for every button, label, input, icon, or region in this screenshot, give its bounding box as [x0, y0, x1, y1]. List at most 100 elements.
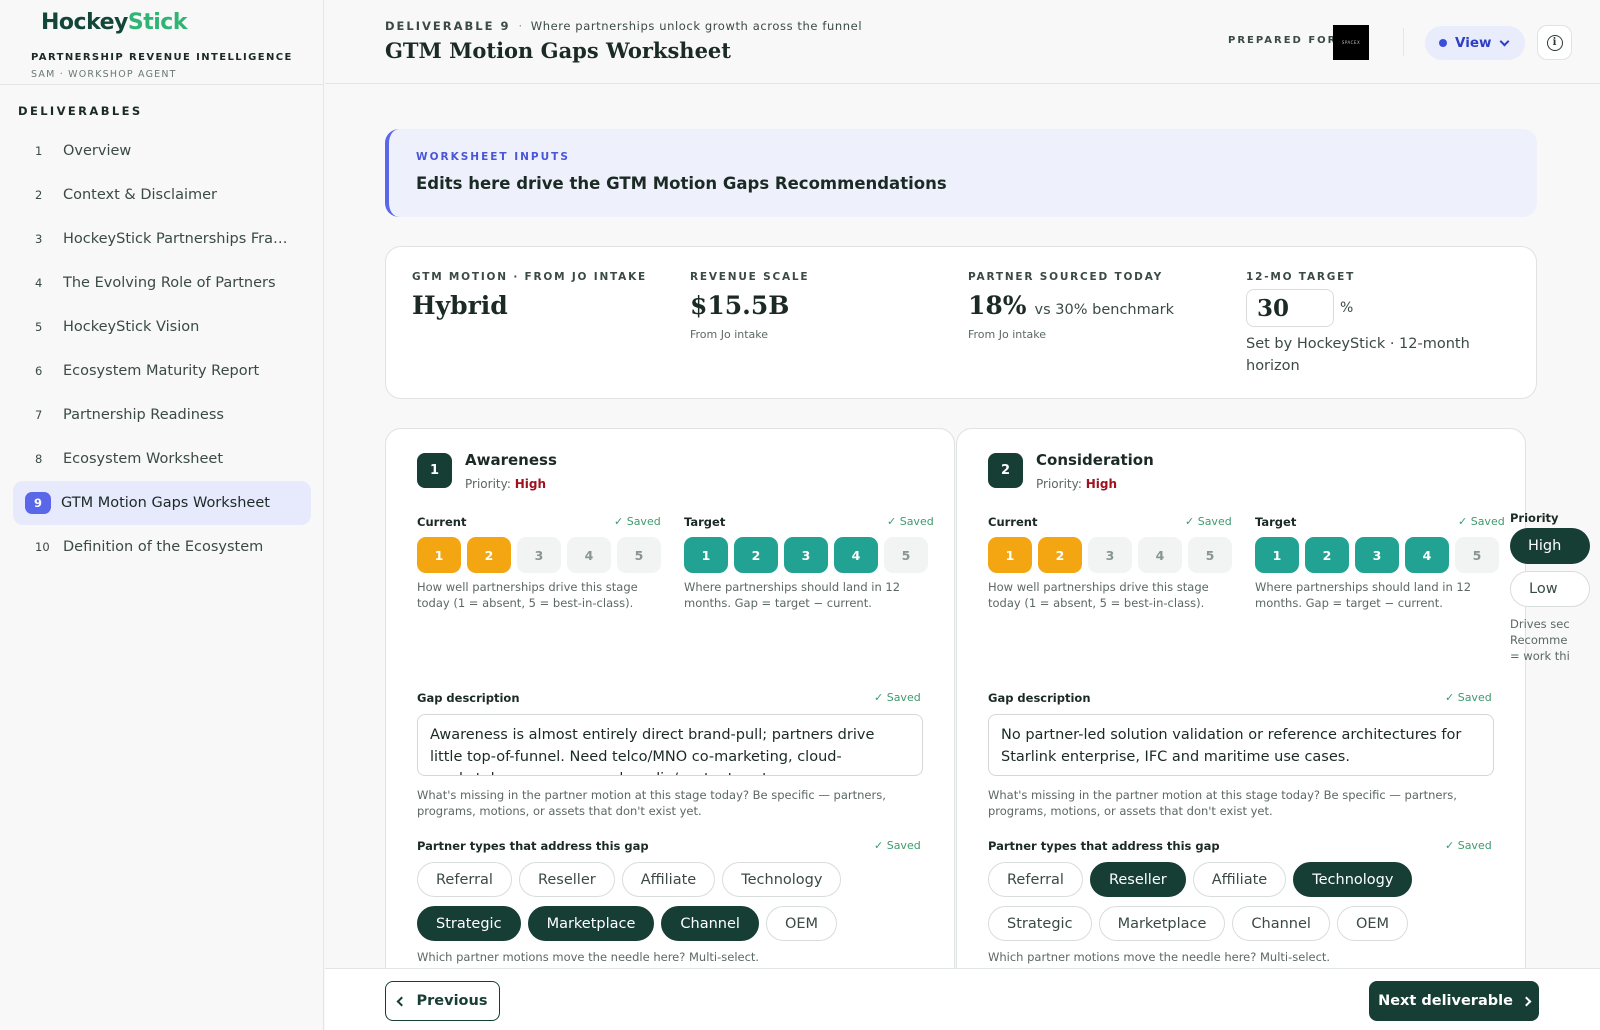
sidebar-item-8[interactable]: 8 Ecosystem Worksheet: [13, 437, 311, 481]
current-score-5[interactable]: 5: [617, 537, 661, 573]
target-score-3[interactable]: 3: [1355, 537, 1399, 573]
worksheet-inputs-banner: WORKSHEET INPUTS Edits here drive the GT…: [385, 129, 1537, 217]
stage-card-awareness: 1 Awareness Priority: High Current ✓ Saved Ta…: [385, 428, 955, 968]
target-score-1[interactable]: 1: [1255, 537, 1299, 573]
deliverables-nav: 1 Overview 2 Context & Disclaimer 3 HockeySti…: [13, 129, 311, 569]
current-score-5[interactable]: 5: [1188, 537, 1232, 573]
partner-chip-referral[interactable]: Referral: [417, 862, 512, 897]
current-score-2[interactable]: 2: [1038, 537, 1082, 573]
metric-source: From Jo intake: [968, 328, 1047, 341]
partner-chip-channel[interactable]: Channel: [1232, 906, 1330, 941]
sidebar-item-label: GTM Motion Gaps Worksheet: [61, 495, 270, 511]
target-score-1[interactable]: 1: [684, 537, 728, 573]
partner-chip-oem[interactable]: OEM: [765, 906, 838, 941]
sidebar-item-number: 6: [35, 364, 43, 378]
partner-chip-strategic[interactable]: Strategic: [417, 906, 521, 941]
sidebar-item-4[interactable]: 4 The Evolving Role of Partners: [13, 261, 311, 305]
metric-label: REVENUE SCALE: [690, 271, 810, 283]
current-label: Current: [417, 515, 467, 529]
sidebar-item-2[interactable]: 2 Context & Disclaimer: [13, 173, 311, 217]
gap-description-label: Gap description: [988, 691, 1091, 705]
target-hint: Where partnerships should land in 12 mon…: [684, 580, 901, 610]
header-divider: [1403, 28, 1404, 56]
partner-chip-channel[interactable]: Channel: [661, 906, 759, 941]
partner-chip-marketplace[interactable]: Marketplace: [1098, 906, 1226, 941]
next-deliverable-button[interactable]: Next deliverable: [1369, 981, 1539, 1021]
metric-source: From Jo intake: [690, 328, 769, 341]
sidebar-item-label: Overview: [63, 143, 132, 159]
partner-chip-affiliate[interactable]: Affiliate: [621, 862, 716, 897]
partner-chip-technology[interactable]: Technology: [1293, 862, 1413, 897]
stage-title: Consideration: [1036, 451, 1154, 469]
sidebar: HockeyStick PARTNERSHIP REVENUE INTELLIG…: [0, 0, 324, 1030]
sidebar-item-3[interactable]: 3 HockeyStick Partnerships Fram...: [13, 217, 311, 261]
stage-title: Awareness: [465, 451, 557, 469]
stage-card-consideration: 2 Consideration Priority: High Current ✓ Sav…: [956, 428, 1526, 968]
partner-chip-marketplace[interactable]: Marketplace: [527, 906, 655, 941]
target-score-3[interactable]: 3: [784, 537, 828, 573]
sidebar-item-1[interactable]: 1 Overview: [13, 129, 311, 173]
stage-priority: Priority: High: [1036, 477, 1117, 491]
metric-12mo-target: 12-MO TARGET % Set by HockeyStick · 12-m…: [1246, 271, 1486, 377]
partner-chip-technology[interactable]: Technology: [722, 862, 842, 897]
current-score-4[interactable]: 4: [1138, 537, 1182, 573]
sidebar-item-label: HockeyStick Partnerships Fram...: [63, 231, 295, 247]
priority-low-button[interactable]: Low: [1510, 571, 1590, 607]
sidebar-item-label: Ecosystem Worksheet: [63, 451, 224, 467]
current-score-1[interactable]: 1: [417, 537, 461, 573]
priority-value: High: [1085, 477, 1117, 491]
partner-chip-referral[interactable]: Referral: [988, 862, 1083, 897]
target-score-2[interactable]: 2: [734, 537, 778, 573]
sidebar-item-label: Context & Disclaimer: [63, 187, 217, 203]
partner-chip-reseller[interactable]: Reseller: [518, 862, 615, 897]
saved-indicator: ✓ Saved: [1458, 515, 1505, 528]
stage-number: 2: [988, 453, 1023, 488]
partner-type-chips: Referral Reseller Affiliate Technology Strat…: [417, 862, 937, 941]
gap-description-input[interactable]: [988, 714, 1494, 776]
current-score-1[interactable]: 1: [988, 537, 1032, 573]
chevron-right-icon: [1521, 996, 1532, 1006]
metrics-panel: GTM MOTION · FROM JO INTAKE Hybrid REVEN…: [385, 246, 1537, 399]
sidebar-item-number: 8: [35, 452, 43, 466]
current-score-3[interactable]: 3: [517, 537, 561, 573]
partner-type-chips: Referral Reseller Affiliate Technology Strat…: [988, 862, 1508, 941]
current-score-4[interactable]: 4: [567, 537, 611, 573]
sidebar-item-7[interactable]: 7 Partnership Readiness: [13, 393, 311, 437]
sidebar-item-9[interactable]: 9 GTM Motion Gaps Worksheet: [13, 481, 311, 525]
target-score-4[interactable]: 4: [834, 537, 878, 573]
priority-label: Priority: [1510, 511, 1559, 525]
target-score-5[interactable]: 5: [884, 537, 928, 573]
metric-gtm-motion: GTM MOTION · FROM JO INTAKE Hybrid: [412, 271, 647, 320]
target-score-scale: 12345: [1255, 537, 1499, 573]
view-mode-dropdown[interactable]: View: [1425, 26, 1525, 60]
target-score-5[interactable]: 5: [1455, 537, 1499, 573]
current-score-3[interactable]: 3: [1088, 537, 1132, 573]
gap-description-input[interactable]: [417, 714, 923, 776]
deliverables-heading: DELIVERABLES: [18, 104, 143, 118]
sidebar-item-number: 9: [25, 492, 51, 514]
deliverable-tagline: Where partnerships unlock growth across …: [530, 19, 863, 33]
sidebar-item-5[interactable]: 5 HockeyStick Vision: [13, 305, 311, 349]
info-button[interactable]: i: [1537, 25, 1572, 60]
target-score-4[interactable]: 4: [1405, 537, 1449, 573]
sidebar-item-10[interactable]: 10 Definition of the Ecosystem: [13, 525, 311, 569]
sidebar-item-number: 1: [35, 144, 43, 158]
percent-unit: %: [1340, 300, 1354, 316]
saved-indicator: ✓ Saved: [614, 515, 661, 528]
saved-indicator: ✓ Saved: [874, 691, 921, 704]
partner-chip-oem[interactable]: OEM: [1336, 906, 1409, 941]
page-header: DELIVERABLE 9 · Where partnerships unlock …: [325, 0, 1600, 84]
view-mode-label: View: [1455, 35, 1492, 51]
previous-button[interactable]: Previous: [385, 981, 500, 1021]
target-input[interactable]: [1246, 289, 1334, 327]
partner-chip-affiliate[interactable]: Affiliate: [1192, 862, 1287, 897]
priority-high-button[interactable]: High: [1510, 528, 1590, 564]
sidebar-item-6[interactable]: 6 Ecosystem Maturity Report: [13, 349, 311, 393]
gap-description-hint: What's missing in the partner motion at …: [417, 788, 886, 818]
partner-chip-strategic[interactable]: Strategic: [988, 906, 1092, 941]
user-line: SAM · WORKSHOP AGENT: [31, 69, 177, 80]
target-score-2[interactable]: 2: [1305, 537, 1349, 573]
partner-chip-reseller[interactable]: Reseller: [1089, 862, 1186, 897]
current-score-2[interactable]: 2: [467, 537, 511, 573]
brand-logo[interactable]: HockeyStick: [41, 10, 187, 35]
